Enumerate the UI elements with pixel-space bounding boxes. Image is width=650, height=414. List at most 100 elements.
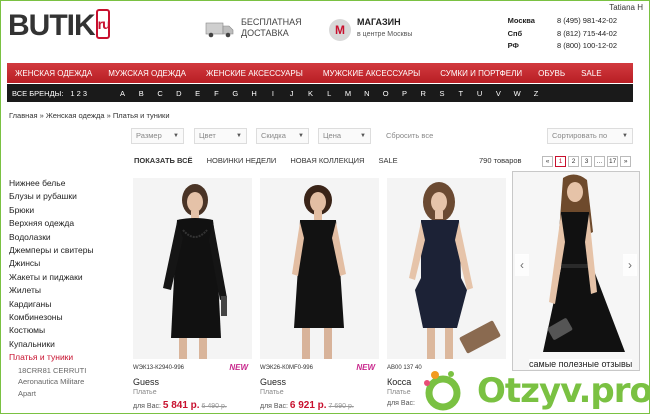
sidebar-item[interactable]: Комбинезоны (9, 311, 94, 324)
sidebar-brand-item[interactable]: Apart (9, 388, 94, 400)
nav-item-womens-accessories[interactable]: ЖЕНСКИЕ АКСЕССУАРЫ (194, 69, 311, 78)
brand-letter[interactable]: L (320, 89, 339, 98)
brand-letter[interactable]: E (188, 89, 207, 98)
pager-page[interactable]: 2 (568, 156, 579, 167)
model-photo (163, 184, 227, 359)
chevron-down-icon: ▼ (622, 133, 628, 139)
product-card[interactable]: WЭК26-К0MF0-996 NEW Guess Платье для Вас:… (260, 178, 379, 411)
sidebar-item[interactable]: Брюки (9, 204, 94, 217)
pager-prev[interactable]: « (542, 156, 553, 167)
brand-numbers[interactable]: 1 2 3 (70, 89, 113, 98)
brand-letter[interactable]: W (508, 89, 527, 98)
sidebar-brand-item[interactable]: Aeronautica Militare (9, 376, 94, 388)
product-photo[interactable] (133, 178, 252, 359)
product-photo[interactable] (260, 178, 379, 359)
product-type: Платье (133, 389, 157, 396)
tab-show-all[interactable]: ПОКАЗАТЬ ВСЁ (134, 156, 193, 165)
brand-letter[interactable]: T (451, 89, 470, 98)
sidebar-item[interactable]: Водолазки (9, 231, 94, 244)
sidebar-item[interactable]: Жилеты (9, 284, 94, 297)
nav-item-sale[interactable]: SALE (573, 69, 609, 78)
product-tabs: ПОКАЗАТЬ ВСЁ НОВИНКИ НЕДЕЛИ НОВАЯ КОЛЛЕК… (134, 156, 412, 165)
product-brand[interactable]: Guess (133, 377, 252, 387)
product-sku: WЭК26-К0MF0-996 NEW (260, 363, 375, 372)
sidebar-item[interactable]: Жакеты и пиджаки (9, 271, 94, 284)
store-promo[interactable]: МАГАЗИН в центре Москвы (357, 17, 412, 40)
sort-select[interactable]: Сортировать по ▼ (547, 128, 633, 144)
brand-letter[interactable]: K (301, 89, 320, 98)
color-filter[interactable]: Цвет ▼ (194, 128, 247, 144)
otzyv-logo-icon (424, 371, 461, 411)
sidebar-item[interactable]: Джемперы и свитеры (9, 244, 94, 257)
brand-letter[interactable]: D (169, 89, 188, 98)
nav-item-mens-accessories[interactable]: МУЖСКИЕ АКСЕССУАРЫ (311, 69, 428, 78)
product-brand[interactable]: Guess (260, 377, 379, 387)
watermark-site: Otzyv.pro (477, 371, 650, 411)
nav-item-womens-clothing[interactable]: ЖЕНСКАЯ ОДЕЖДА (7, 69, 100, 78)
logo-tag: ru (95, 9, 111, 39)
sidebar-item[interactable]: Кардиганы (9, 298, 94, 311)
product-photo[interactable] (387, 178, 506, 359)
sidebar-item[interactable]: Костюмы (9, 324, 94, 337)
nav-item-bags[interactable]: СУМКИ И ПОРТФЕЛИ (428, 69, 530, 78)
logo[interactable]: BUTIK ru (8, 9, 111, 43)
brand-letter[interactable]: U (470, 89, 489, 98)
brand-letter[interactable]: G (226, 89, 245, 98)
brand-letter[interactable]: A (113, 89, 132, 98)
breadcrumb[interactable]: Главная » Женская одежда » Платья и туни… (9, 111, 170, 120)
free-delivery-promo[interactable]: БЕСПЛАТНАЯ ДОСТАВКА (241, 17, 302, 39)
pager-ellipsis: ... (594, 156, 605, 167)
size-filter[interactable]: Размер ▼ (131, 128, 184, 144)
product-card-hovered[interactable]: ‹ › (512, 171, 640, 371)
phone-row: РФ 8 (800) 100-12-02 (507, 41, 617, 50)
price-filter[interactable]: Цена ▼ (318, 128, 371, 144)
brand-letter[interactable]: Z (527, 89, 546, 98)
tab-new-collection[interactable]: НОВАЯ КОЛЛЕКЦИЯ (290, 156, 364, 165)
nav-item-mens-clothing[interactable]: МУЖСКАЯ ОДЕЖДА (100, 69, 194, 78)
chevron-down-icon: ▼ (298, 133, 304, 139)
brand-letter[interactable]: P (395, 89, 414, 98)
pager-page[interactable]: 3 (581, 156, 592, 167)
brand-letter[interactable]: B (132, 89, 151, 98)
page: BUTIK ru Tatiana H БЕСПЛАТНАЯ ДОСТАВКА M … (0, 0, 650, 414)
new-badge: NEW (356, 363, 375, 372)
sidebar-item[interactable]: Купальники (9, 338, 94, 351)
brand-letter[interactable]: N (357, 89, 376, 98)
product-photo[interactable]: ‹ › (513, 172, 639, 370)
nav-item-shoes[interactable]: ОБУВЬ (530, 69, 573, 78)
product-type: Платье (260, 389, 284, 396)
sidebar-item[interactable]: Верхняя одежда (9, 217, 94, 230)
prev-photo-arrow[interactable]: ‹ (515, 254, 529, 276)
sidebar-brand-item[interactable]: 18CRR81 CERRUTI (9, 365, 94, 377)
sidebar-item-active[interactable]: Платья и туники (9, 351, 94, 364)
brand-letter[interactable]: S (433, 89, 452, 98)
next-photo-arrow[interactable]: › (623, 254, 637, 276)
model-photo (409, 182, 501, 359)
pager-page[interactable]: 1 (555, 156, 566, 167)
pager-next[interactable]: » (620, 156, 632, 167)
product-price: для Вас: 5 841 р. 6 490 р. (133, 400, 227, 411)
tab-new-week[interactable]: НОВИНКИ НЕДЕЛИ (207, 156, 277, 165)
reset-filters-link[interactable]: Сбросить все (386, 131, 433, 140)
discount-filter[interactable]: Скидка ▼ (256, 128, 309, 144)
brand-letter[interactable]: F (207, 89, 226, 98)
brand-letter[interactable]: I (263, 89, 282, 98)
pagination: « 1 2 3 ... 17 » (542, 156, 632, 167)
brand-letter[interactable]: H (245, 89, 264, 98)
product-card[interactable]: WЭК13-К2940-996 NEW Guess Платье для Вас:… (133, 178, 252, 411)
phone-row: Спб 8 (812) 715-44-02 (507, 28, 617, 38)
brand-letter[interactable]: O (376, 89, 395, 98)
user-name[interactable]: Tatiana H (609, 3, 643, 12)
brand-letter[interactable]: M (339, 89, 358, 98)
brands-label[interactable]: ВСЕ БРЕНДЫ: (7, 89, 70, 98)
sidebar-item[interactable]: Нижнее белье (9, 177, 94, 190)
tab-sale[interactable]: SALE (378, 156, 397, 165)
sidebar-item[interactable]: Блузы и рубашки (9, 190, 94, 203)
brand-letter[interactable]: R (414, 89, 433, 98)
brand-letter[interactable]: J (282, 89, 301, 98)
pager-page[interactable]: 17 (607, 156, 619, 167)
chevron-down-icon: ▼ (236, 133, 242, 139)
sidebar-item[interactable]: Джинсы (9, 257, 94, 270)
brand-letter[interactable]: C (151, 89, 170, 98)
brand-letter[interactable]: V (489, 89, 508, 98)
